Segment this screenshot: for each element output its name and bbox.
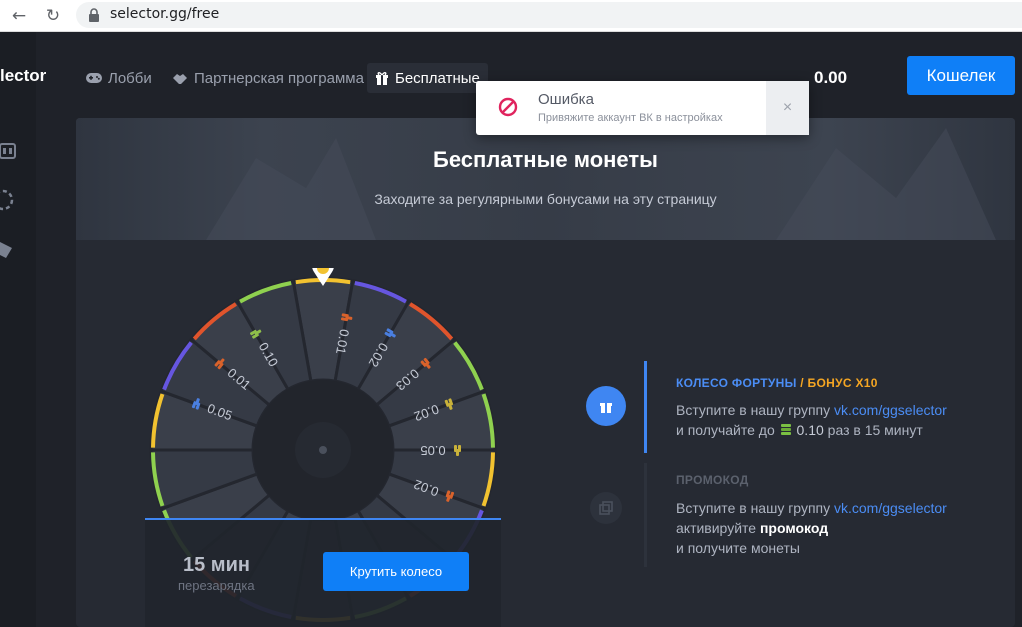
toast-message: Привяжите аккаунт ВК в настройках <box>538 112 723 124</box>
url-text: selector.gg/free <box>110 6 220 22</box>
nav-partner-label: Партнерская программа <box>194 69 364 87</box>
bonus-wheel-title: КОЛЕСО ФОРТУНЫ / БОНУС X10 <box>676 376 878 390</box>
error-icon <box>498 97 518 117</box>
cooldown-value: 15 мин <box>183 554 250 576</box>
spin-panel: 15 мин перезарядка Крутить колесо <box>145 518 501 627</box>
browser-toolbar: ← ↻ selector.gg/free <box>0 0 1022 32</box>
hero-banner: Бесплатные монеты Заходите за регулярным… <box>76 118 1015 240</box>
balance-value: 0.00 <box>814 68 848 87</box>
handshake-icon <box>173 73 187 84</box>
wheel-center-dot <box>319 446 327 454</box>
wheel-icon[interactable] <box>0 189 16 211</box>
nav-lobby-label: Лобби <box>108 69 152 87</box>
nav-free[interactable]: Бесплатные <box>367 63 488 93</box>
gamepad-icon <box>86 73 102 83</box>
gift-icon <box>376 72 388 85</box>
toast-title: Ошибка <box>538 91 594 108</box>
free-coins-panel: Бесплатные монеты Заходите за регулярным… <box>76 118 1015 627</box>
bonus-divider-active <box>644 361 647 453</box>
cooldown-label: перезарядка <box>178 578 255 593</box>
nav-lobby[interactable]: Лобби <box>86 66 152 90</box>
close-icon[interactable]: × <box>766 81 809 135</box>
bonus-promo-text: Вступите в нашу группу vk.com/ggselector… <box>676 500 947 556</box>
sidebar: lector <box>0 32 46 627</box>
gift-bonus-icon <box>586 386 626 426</box>
page-title: Бесплатные монеты <box>433 147 658 172</box>
dice-icon[interactable] <box>0 238 16 260</box>
bonus-wheel-text: Вступите в нашу группу vk.com/ggselector… <box>676 402 947 438</box>
slots-icon[interactable] <box>0 140 16 162</box>
nav-free-label: Бесплатные <box>395 69 480 87</box>
app: lector Лобби Партнерская программа Беспл… <box>0 32 1022 627</box>
hero-background <box>76 118 1015 240</box>
lock-icon <box>89 8 99 22</box>
vk-group-link[interactable]: vk.com/ggselector <box>834 402 947 418</box>
error-toast: Ошибка Привяжите аккаунт ВК в настройках… <box>476 81 809 135</box>
spin-wheel-button[interactable]: Крутить колесо <box>323 552 469 591</box>
wheel-segment-label: 0.05 <box>420 443 445 458</box>
coins-icon <box>780 424 791 435</box>
wallet-button[interactable]: Кошелек <box>907 56 1015 95</box>
arrow-left-icon[interactable]: ← <box>8 5 30 27</box>
vk-group-link-2[interactable]: vk.com/ggselector <box>834 500 947 516</box>
refresh-icon[interactable]: ↻ <box>42 5 64 27</box>
page-subtitle: Заходите за регулярными бонусами на эту … <box>374 191 717 207</box>
bonus-promo-title: ПРОМОКОД <box>676 473 749 487</box>
nav-partner[interactable]: Партнерская программа <box>172 66 364 90</box>
address-bar[interactable]: selector.gg/free <box>76 2 1022 28</box>
bonus-divider <box>644 463 647 567</box>
promo-icon <box>590 492 622 524</box>
